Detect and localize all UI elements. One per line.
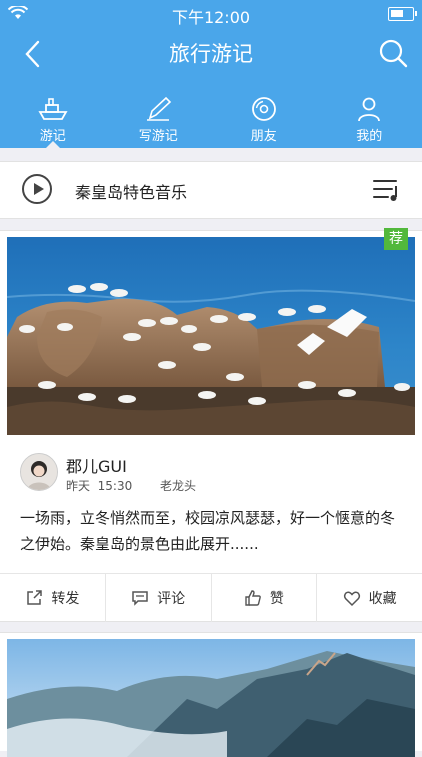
tab-label: 我的 (317, 125, 422, 144)
post-card[interactable]: 荐 郡儿GUI 昨天 15:30 老龙头 一场雨，立冬悄然而至，校园凉风瑟瑟，好… (0, 230, 422, 622)
post-location: 老龙头 (160, 477, 196, 494)
page-title: 旅行游记 (0, 38, 422, 68)
post-clock: 15:30 (98, 479, 133, 493)
comment-button[interactable]: 评论 (105, 574, 211, 622)
tab-label: 写游记 (106, 125, 212, 144)
post-image[interactable] (7, 237, 415, 435)
tab-write-note[interactable]: 写游记 (106, 94, 212, 148)
like-label: 赞 (270, 588, 284, 608)
like-button[interactable]: 赞 (211, 574, 317, 622)
tab-label: 朋友 (211, 125, 317, 144)
comment-label: 评论 (157, 588, 185, 608)
tab-travel-notes[interactable]: 游记 (0, 94, 106, 148)
post-time: 昨天 15:30 (66, 477, 132, 494)
pen-icon (144, 96, 172, 122)
seagulls-photo (7, 237, 415, 435)
thumb-up-icon (244, 589, 262, 607)
disc-icon (251, 96, 277, 122)
battery-icon (388, 7, 414, 21)
status-bar: 下午12:00 (0, 0, 422, 28)
post-card[interactable] (0, 632, 422, 751)
post-actions: 转发 评论 赞 收藏 (0, 573, 422, 622)
person-icon (356, 96, 382, 122)
status-time: 下午12:00 (0, 4, 422, 28)
search-button[interactable] (376, 36, 410, 70)
recommended-badge: 荐 (384, 228, 408, 250)
avatar[interactable] (20, 453, 58, 491)
music-title: 秦皇岛特色音乐 (75, 179, 187, 203)
play-button[interactable] (22, 174, 52, 204)
post-text: 一场雨，立冬悄然而至，校园凉风瑟瑟，好一个惬意的冬之伊始。秦皇岛的景色由此展开.… (20, 505, 404, 557)
share-icon (25, 589, 43, 607)
tab-bar: 游记 写游记 朋友 我的 (0, 94, 422, 148)
heart-icon (343, 589, 361, 607)
post-date: 昨天 (66, 479, 90, 493)
mountain-photo (7, 639, 415, 757)
playlist-icon (372, 176, 402, 204)
favorite-label: 收藏 (369, 588, 397, 608)
tab-mine[interactable]: 我的 (317, 94, 422, 148)
favorite-button[interactable]: 收藏 (316, 574, 422, 622)
share-button[interactable]: 转发 (0, 574, 105, 622)
tab-friends[interactable]: 朋友 (211, 94, 317, 148)
playlist-button[interactable] (372, 176, 402, 204)
post-image[interactable] (7, 639, 415, 757)
music-card[interactable]: 秦皇岛特色音乐 (0, 161, 422, 219)
search-icon (376, 36, 410, 70)
active-tab-indicator (45, 141, 61, 149)
share-label: 转发 (51, 588, 79, 608)
comment-icon (131, 589, 149, 607)
avatar-photo (21, 454, 57, 490)
author-name[interactable]: 郡儿GUI (66, 453, 127, 477)
ship-icon (37, 96, 69, 122)
